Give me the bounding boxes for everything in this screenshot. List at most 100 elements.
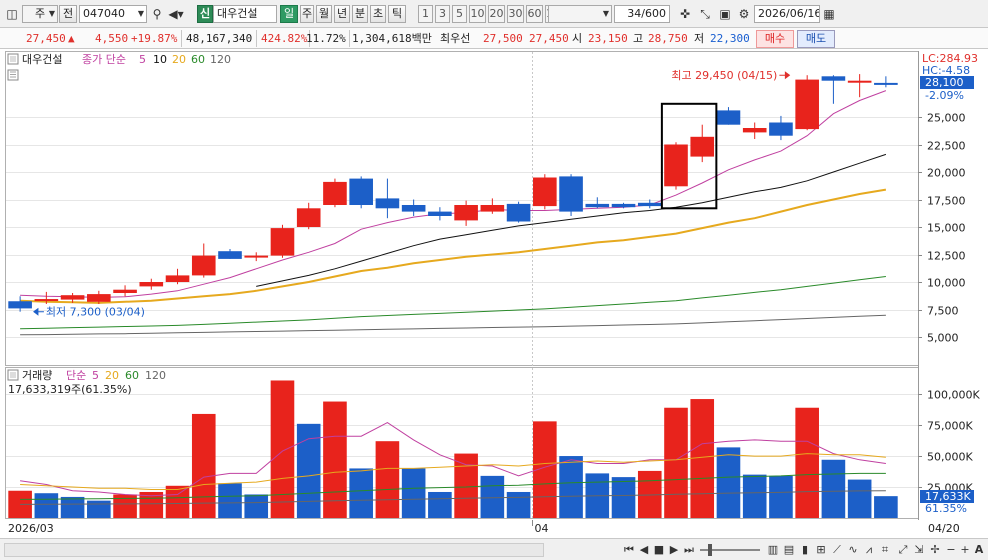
low-label: 저	[694, 32, 705, 45]
volume-ma-label: 단순	[66, 369, 86, 382]
search-icon[interactable]: ⚲	[148, 5, 166, 23]
calendar-icon[interactable]: ▦	[820, 5, 838, 23]
high-label: 고	[633, 32, 644, 45]
volume-settings-icon-fill	[10, 372, 16, 378]
volume-bar	[244, 494, 269, 518]
cross-icon[interactable]: ✢	[928, 542, 942, 558]
grid-toggle-icon[interactable]	[7, 69, 19, 81]
volume-bar	[428, 491, 452, 518]
candle-body	[8, 301, 32, 309]
period-tab[interactable]: 분	[352, 5, 368, 23]
candle-body	[218, 251, 242, 259]
count-input[interactable]: 34/600	[614, 5, 670, 23]
volume-bar	[480, 475, 505, 518]
scroll-last-icon[interactable]: ⏭	[682, 542, 696, 558]
draw-tool-icon[interactable]: ⤡	[696, 5, 714, 23]
export-icon[interactable]: ⇲	[912, 542, 926, 558]
volume-bar	[454, 453, 478, 518]
volume-tag-percent: 61.35%	[925, 502, 967, 515]
volume-ma-period-60: 60	[125, 369, 139, 382]
candle-body	[611, 203, 636, 208]
chart-type-icon[interactable]: ▥	[766, 542, 780, 558]
bars-icon[interactable]: ▮	[798, 542, 812, 558]
volume-bar	[165, 485, 190, 518]
gear-icon[interactable]: ⚙	[735, 5, 753, 23]
x-axis-label-month: 2026/03	[8, 522, 54, 535]
buy-button[interactable]: 매수	[756, 30, 794, 48]
candle-body	[191, 255, 216, 276]
count-total: /600	[641, 7, 666, 20]
scroll-track[interactable]	[4, 543, 544, 557]
volume-bar	[769, 475, 793, 518]
period-tab[interactable]: 월	[316, 5, 332, 23]
candle-body	[375, 198, 400, 209]
zoom-in-icon[interactable]: +	[958, 542, 972, 558]
candle-body	[34, 299, 59, 302]
prev-stock-button[interactable]: 전	[59, 5, 77, 23]
candle-body	[323, 181, 347, 205]
period-tab[interactable]: 주	[300, 5, 314, 23]
interval-custom-select[interactable]: ▼	[548, 5, 612, 23]
price-tick-label: 5,000	[927, 332, 959, 345]
candlestick-chart[interactable]: 25,000 22,500 20,000 17,500 15,000 12,500 10,0…	[0, 50, 988, 538]
volume-bar	[506, 491, 531, 518]
stock-code-value: 047040	[83, 7, 125, 20]
indicator-icon[interactable]: ⩘	[862, 542, 876, 558]
save-icon[interactable]: ▣	[716, 5, 734, 23]
volume-bar	[742, 474, 767, 518]
scroll-bar: ⏮ ◀ ■ ▶ ⏭ ▥ ▤ ▮ ⊞ ⟋ ∿ ⩘ ⌗ ⤢ ⇲ ✢ − + A	[0, 538, 988, 560]
period-tab[interactable]: 틱	[388, 5, 406, 23]
settings-icon[interactable]: ⌗	[878, 542, 892, 558]
date-input[interactable]: 2026/06/16	[754, 5, 820, 23]
speaker-icon[interactable]: ◀▾	[167, 5, 185, 23]
price-ma-period-120: 120	[210, 53, 231, 66]
sell-button[interactable]: 매도	[797, 30, 835, 48]
interval-tab[interactable]: 10	[469, 5, 486, 23]
scroll-prev-icon[interactable]: ◀	[637, 542, 651, 558]
interval-tab[interactable]: 1	[418, 5, 433, 23]
credit-badge: 신	[197, 5, 213, 23]
tool-icon[interactable]: ⊞	[814, 542, 828, 558]
volume-bar	[270, 380, 295, 518]
volume-ma-period-20: 20	[105, 369, 119, 382]
scroll-next-icon[interactable]: ▶	[667, 542, 681, 558]
period-tab[interactable]: 일	[280, 5, 298, 23]
period-tab[interactable]: 년	[334, 5, 350, 23]
trend-icon[interactable]: ∿	[846, 542, 860, 558]
text-tool-icon[interactable]: A	[972, 542, 986, 558]
layout-icon[interactable]: ▤	[782, 542, 796, 558]
divider	[349, 30, 350, 47]
chevron-down-icon: ▼	[602, 9, 609, 18]
price-ma-period-20: 20	[172, 53, 186, 66]
volume-current-value: 17,633,319주(61.35%)	[8, 383, 132, 396]
candle-body	[506, 203, 531, 222]
zoom-out-icon[interactable]: −	[944, 542, 958, 558]
crosshair-icon[interactable]: ✜	[676, 5, 694, 23]
window-menu-icon[interactable]: ◫	[3, 5, 21, 23]
x-axis: 2026/03 04	[8, 520, 549, 535]
candle-body	[349, 178, 373, 205]
toolbar: ◫ 주 ▼ 전 047040 ▼ ⚲ ◀▾ 신 대우건설 일주월년분초틱 1 3 5 10…	[0, 0, 988, 28]
stop-icon[interactable]: ■	[652, 542, 666, 558]
candle-body	[454, 205, 478, 221]
interval-tab[interactable]: 5	[452, 5, 467, 23]
line-icon[interactable]: ⟋	[830, 542, 844, 558]
interval-tab[interactable]: 60	[526, 5, 543, 23]
candle-body	[585, 203, 610, 208]
expand-icon[interactable]: ⤢	[896, 542, 910, 558]
interval-tab[interactable]: 30	[507, 5, 524, 23]
stock-code-input[interactable]: 047040 ▼	[79, 5, 147, 23]
open-label: 시	[572, 32, 583, 45]
chart-area: 25,000 22,500 20,000 17,500 15,000 12,500 10,0…	[0, 50, 988, 538]
candle-body	[87, 294, 111, 302]
trade-amount: 1,304,618백만	[352, 32, 432, 45]
period-tab[interactable]: 초	[370, 5, 386, 23]
price-tick-label: 20,000	[927, 167, 966, 180]
zoom-slider-handle[interactable]	[708, 544, 712, 556]
scroll-first-icon[interactable]: ⏮	[622, 542, 636, 558]
interval-tab[interactable]: 20	[488, 5, 505, 23]
high-annotation: 최고 29,450 (04/15)	[671, 69, 777, 82]
interval-tab[interactable]: 3	[435, 5, 450, 23]
market-select[interactable]: 주 ▼	[22, 5, 58, 23]
count-value: 34	[627, 7, 642, 20]
